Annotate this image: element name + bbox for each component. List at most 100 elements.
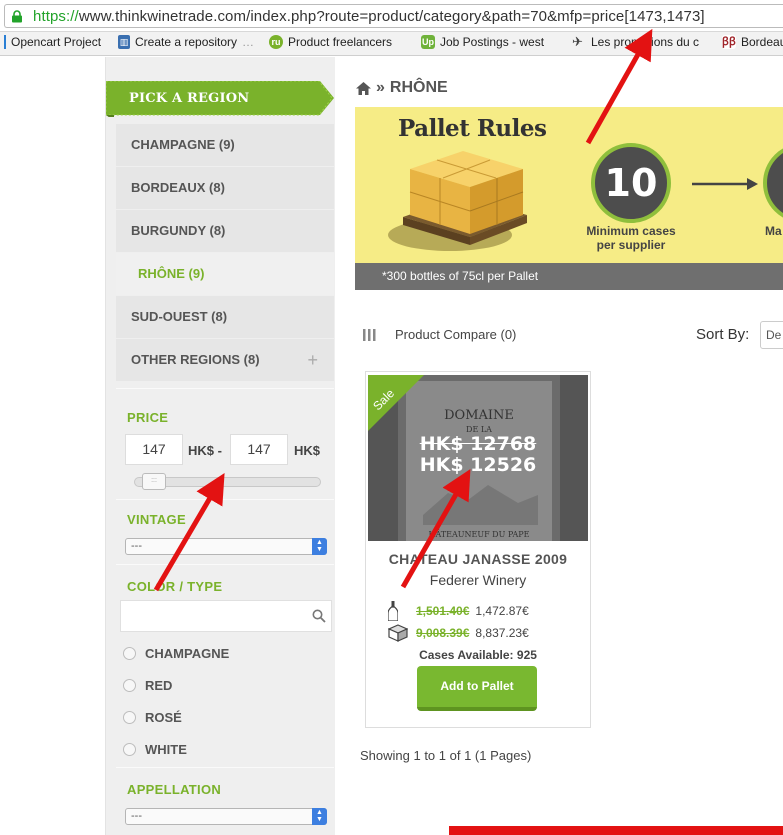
region-item-other-regions[interactable]: OTHER REGIONS (8) +: [116, 339, 334, 381]
select-arrows-icon: ▲ ▼: [312, 808, 327, 825]
bookmark-opencart[interactable]: Opencart Project: [0, 35, 101, 49]
region-label: OTHER REGIONS (8): [131, 352, 260, 367]
bookmark-label: Les promotions du c: [591, 35, 700, 49]
product-image[interactable]: DOMAINE DE LA HÂTEAUNEUF DU PAPE Sale HK…: [368, 375, 588, 541]
breadcrumb-current: RHÔNE: [389, 79, 448, 96]
radio-button[interactable]: [123, 679, 136, 692]
product-winery: Federer Winery: [429, 572, 527, 588]
region-list: CHAMPAGNE (9) BORDEAUX (8) BURGUNDY (8) …: [116, 124, 334, 382]
option-label: WHITE: [145, 742, 187, 757]
bookmark-promotions[interactable]: ✈ Les promotions du c: [572, 34, 700, 50]
price-max-input[interactable]: 147: [230, 434, 288, 465]
bookmark-repository[interactable]: ▥ Create a repository …: [118, 35, 254, 49]
product-compare-link[interactable]: Product Compare (0): [363, 327, 516, 342]
case-box-icon: [388, 624, 408, 642]
divider: [116, 767, 334, 768]
region-item-rhone[interactable]: RHÔNE (9): [116, 253, 334, 295]
region-label: BURGUNDY (8): [131, 223, 226, 238]
opencart-icon: [0, 35, 6, 49]
bookmark-label: Create a repository: [135, 35, 238, 49]
radio-button[interactable]: [123, 743, 136, 756]
breadcrumb: » RHÔNE: [356, 79, 448, 97]
region-label: RHÔNE (9): [138, 266, 205, 281]
upwork-icon: Up: [421, 35, 435, 49]
lock-icon: [12, 10, 22, 23]
divider: [116, 388, 334, 389]
expand-plus-icon[interactable]: +: [307, 339, 318, 381]
bookmark-label: Product freelancers: [288, 35, 393, 49]
breadcrumb-separator: »: [376, 79, 385, 96]
price-filter-label: PRICE: [127, 410, 169, 425]
divider: [116, 499, 334, 500]
bookmark-freelancers[interactable]: ru Product freelancers: [269, 35, 392, 49]
compare-label: Product Compare (0): [395, 327, 517, 342]
bottle-price-row: 1,501.40€ 1,472.87€: [388, 601, 529, 621]
color-type-search-input[interactable]: [120, 600, 332, 632]
appellation-select[interactable]: --- ▲ ▼: [125, 808, 327, 825]
option-label: RED: [145, 678, 173, 693]
region-item-sud-ouest[interactable]: SUD-OUEST (8): [116, 296, 334, 338]
bookmark-bordeaux[interactable]: ꞵꞵ Bordeaux: [722, 35, 783, 49]
caption-line: per supplier: [596, 238, 666, 252]
radio-button[interactable]: [123, 647, 136, 660]
list-view-icon[interactable]: [363, 328, 377, 341]
bookmark-label: Bordeaux: [741, 35, 783, 49]
color-option-champagne[interactable]: CHAMPAGNE: [123, 646, 229, 661]
home-icon[interactable]: [356, 81, 371, 95]
bordeaux-icon: ꞵꞵ: [722, 35, 736, 49]
pick-region-header: PICK A REGION: [106, 81, 334, 117]
case-price-row: 9,008.39€ 8,837.23€: [388, 624, 529, 642]
search-icon[interactable]: [312, 609, 326, 623]
cases-available: Cases Available: 925: [419, 648, 537, 662]
freelancer-icon: ru: [269, 35, 283, 49]
select-arrows-icon: ▲ ▼: [312, 538, 327, 555]
annotation-red-bar: [449, 826, 783, 835]
region-item-burgundy[interactable]: BURGUNDY (8): [116, 210, 334, 252]
radio-button[interactable]: [123, 711, 136, 724]
vintage-filter-label: VINTAGE: [127, 512, 186, 527]
color-option-white[interactable]: WHITE: [123, 742, 187, 757]
price-min-currency: HK$ -: [188, 443, 222, 458]
product-name[interactable]: CHATEAU JANASSE 2009: [366, 551, 590, 567]
appellation-selected-value: ---: [131, 810, 142, 822]
color-option-red[interactable]: RED: [123, 678, 172, 693]
case-new-price: 8,837.23€: [475, 626, 529, 640]
url-text: https://www.thinkwinetrade.com/index.php…: [33, 8, 705, 25]
banner-caption: Minimum cases per supplier: [568, 224, 694, 252]
banner-footnote: *300 bottles of 75cl per Pallet: [382, 269, 539, 283]
bottle-new-price: 1,472.87€: [475, 604, 529, 618]
label-text: DOMAINE: [444, 408, 514, 423]
price-slider-handle[interactable]: :::: [142, 473, 166, 490]
pallet-rules-banner[interactable]: Pallet Rules 10 Minimum cases per suppli…: [355, 107, 783, 290]
page-content: PICK A REGION CHAMPAGNE (9) BORDEAUX (8)…: [0, 57, 783, 835]
region-item-champagne[interactable]: CHAMPAGNE (9): [116, 124, 334, 166]
appellation-filter-label: APPELLATION: [127, 782, 222, 797]
url-field[interactable]: https://www.thinkwinetrade.com/index.php…: [4, 4, 783, 28]
overlay-new-price: HK$ 12526: [419, 454, 537, 476]
color-type-filter-label: COLOR / TYPE: [127, 579, 223, 594]
price-max-currency: HK$: [294, 443, 321, 458]
bookmark-label: Job Postings - west: [440, 35, 545, 49]
vintage-select[interactable]: --- ▲ ▼: [125, 538, 327, 555]
sort-by-label: Sort By:: [696, 326, 750, 343]
url-scheme: https://: [33, 8, 79, 25]
divider: [116, 564, 334, 565]
fade-ellipsis: …: [242, 35, 255, 49]
color-option-rose[interactable]: ROSÉ: [123, 710, 182, 725]
pagination-results: Showing 1 to 1 of 1 (1 Pages): [360, 748, 532, 763]
region-item-bordeaux[interactable]: BORDEAUX (8): [116, 167, 334, 209]
region-label: SUD-OUEST (8): [131, 309, 228, 324]
bottle-icon: [388, 601, 398, 621]
sort-select[interactable]: De: [760, 321, 783, 349]
region-label: CHAMPAGNE (9): [131, 137, 235, 152]
bookmark-job-postings[interactable]: Up Job Postings - west: [421, 35, 544, 49]
vintage-selected-value: ---: [131, 540, 142, 552]
repository-icon: ▥: [118, 35, 130, 49]
option-label: CHAMPAGNE: [145, 646, 230, 661]
region-label: BORDEAUX (8): [131, 180, 225, 195]
add-to-pallet-button[interactable]: Add to Pallet: [417, 666, 537, 711]
price-min-input[interactable]: 147: [125, 434, 183, 465]
banner-caption-clipped: Ma: [765, 224, 782, 238]
promo-icon: ✈: [572, 34, 583, 49]
browser-address-bar: https://www.thinkwinetrade.com/index.php…: [0, 0, 783, 32]
